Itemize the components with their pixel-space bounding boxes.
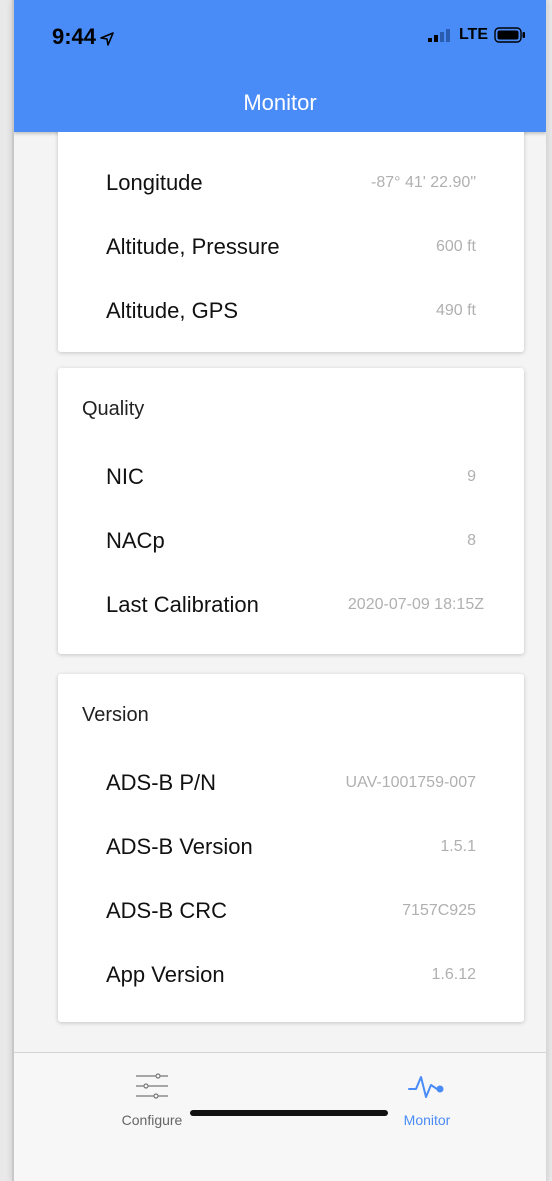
row-value: 1.6.12 bbox=[431, 966, 476, 983]
page-title: Monitor bbox=[243, 90, 317, 115]
list-item: App Version 1.6.12 bbox=[58, 954, 524, 994]
pulse-icon bbox=[408, 1076, 444, 1098]
status-time-text: 9:44 bbox=[52, 24, 97, 49]
status-time: 9:44 bbox=[52, 24, 114, 50]
row-value: UAV-1001759-007 bbox=[345, 774, 476, 791]
row-label: ADS-B Version bbox=[106, 834, 253, 859]
list-item: Altitude, Pressure 600 ft bbox=[58, 226, 524, 266]
list-item: Last Calibration 2020-07-09 18:15Z bbox=[58, 584, 524, 624]
sliders-icon bbox=[136, 1073, 168, 1099]
list-item: NIC 9 bbox=[58, 456, 524, 496]
list-item: ADS-B P/N UAV-1001759-007 bbox=[58, 762, 524, 802]
row-label: Last Calibration bbox=[106, 592, 259, 617]
card-title: Quality bbox=[82, 398, 145, 420]
row-label: ADS-B CRC bbox=[106, 898, 228, 923]
row-label: App Version bbox=[106, 962, 225, 987]
system-indicators: LTE bbox=[427, 26, 526, 44]
row-value: 8 bbox=[467, 532, 476, 549]
list-item: Longitude -87° 41' 22.90" bbox=[58, 162, 524, 202]
location-arrow-icon bbox=[100, 32, 114, 46]
home-indicator[interactable] bbox=[190, 1110, 388, 1116]
row-label: Altitude, GPS bbox=[106, 298, 239, 323]
row-value: -87° 41' 22.90" bbox=[371, 174, 476, 191]
row-value: 1.5.1 bbox=[440, 838, 476, 855]
card-title: Version bbox=[82, 704, 149, 726]
row-label: NACp bbox=[106, 528, 165, 553]
status-bar: 9:44 LTE bbox=[14, 0, 546, 76]
list-item: Altitude, GPS 490 ft bbox=[58, 290, 524, 330]
tab-monitor[interactable]: Monitor bbox=[357, 1071, 497, 1128]
row-label: Longitude bbox=[106, 170, 203, 195]
version-card: Version ADS-B P/N UAV-1001759-007 ADS-B … bbox=[58, 674, 524, 1022]
row-value: 7157C925 bbox=[402, 902, 476, 919]
phone-screen: 9:44 LTE Monitor Longitude -87° 41' 22.9… bbox=[12, 0, 547, 1181]
list-item: NACp 8 bbox=[58, 520, 524, 560]
list-item: ADS-B CRC 7157C925 bbox=[58, 890, 524, 930]
list-item: ADS-B Version 1.5.1 bbox=[58, 826, 524, 866]
nav-bar: Monitor bbox=[14, 76, 546, 132]
tab-bar: Configure Monitor bbox=[14, 1052, 546, 1181]
row-value: 490 ft bbox=[435, 302, 476, 319]
network-type: LTE bbox=[458, 26, 488, 43]
quality-card: Quality NIC 9 NACp 8 Last Calibration 20… bbox=[58, 368, 524, 654]
tab-configure[interactable]: Configure bbox=[82, 1071, 222, 1128]
row-value: 2020-07-09 18:15Z bbox=[347, 596, 484, 613]
battery-icon bbox=[494, 27, 525, 43]
row-label: NIC bbox=[106, 464, 144, 489]
signal-bars-icon bbox=[427, 29, 450, 42]
row-value: 9 bbox=[467, 468, 476, 485]
row-label: ADS-B P/N bbox=[106, 770, 217, 795]
monitor-content[interactable]: Longitude -87° 41' 22.90" Altitude, Pres… bbox=[14, 132, 546, 1052]
row-value: 600 ft bbox=[435, 238, 476, 255]
row-label: Altitude, Pressure bbox=[106, 234, 280, 259]
position-card: Longitude -87° 41' 22.90" Altitude, Pres… bbox=[58, 132, 524, 352]
